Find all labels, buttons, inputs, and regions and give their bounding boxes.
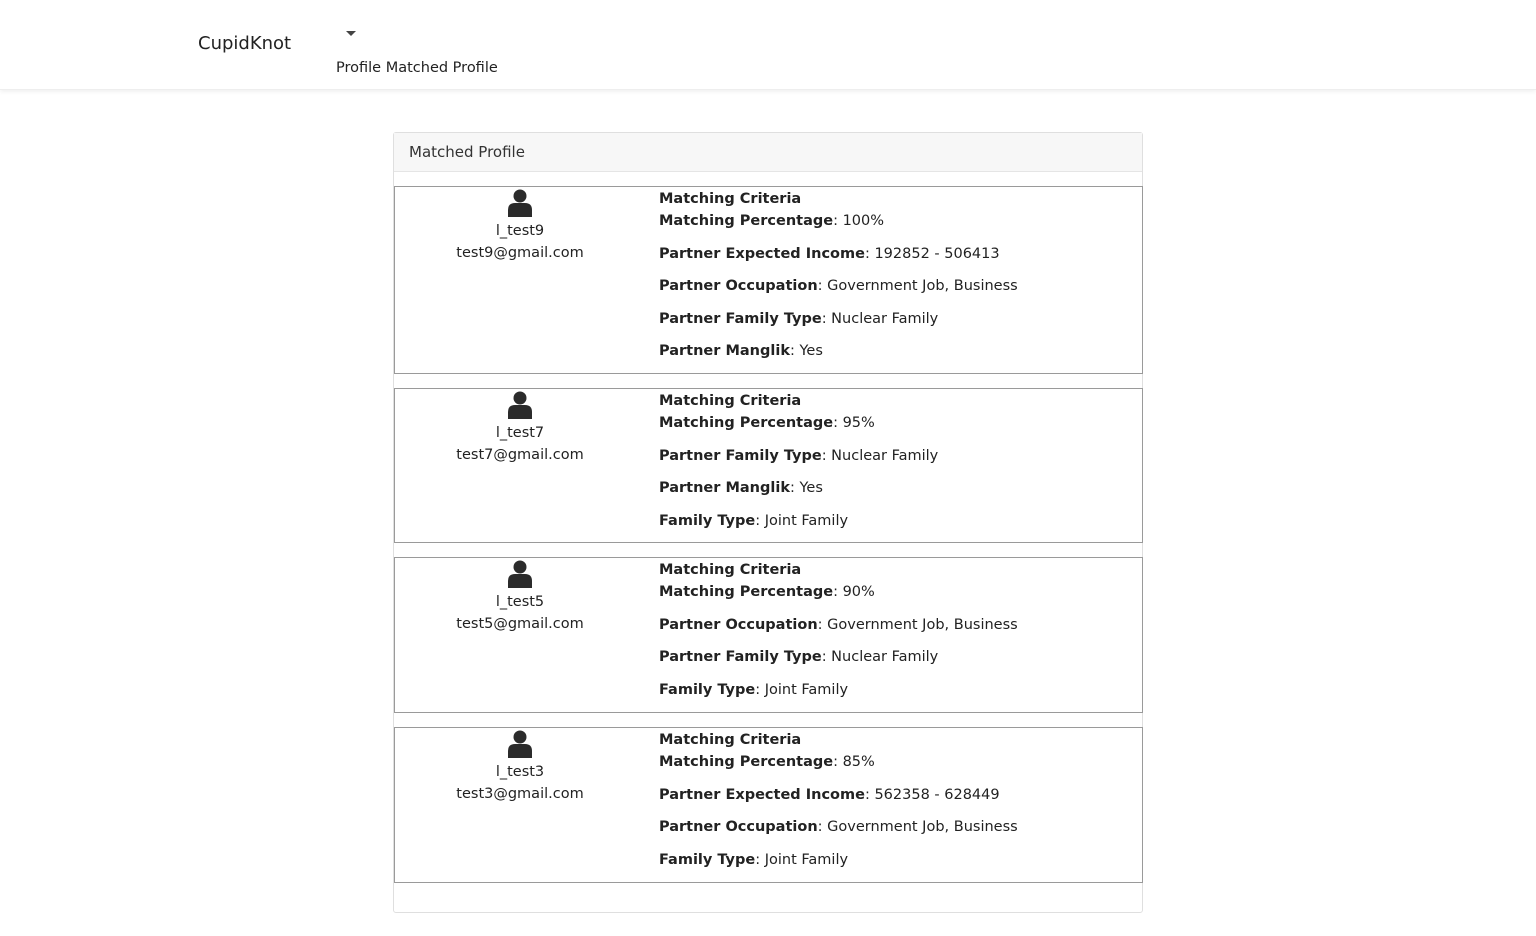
matching-criteria-title: Matching Criteria bbox=[659, 191, 802, 207]
criteria-row: Family Type: Joint Family bbox=[659, 679, 1142, 701]
profile-username: l_test9 bbox=[495, 223, 545, 239]
matched-profile-card: Matched Profile l_test9 test9@gmail.com … bbox=[393, 132, 1143, 913]
criteria-label: Partner Family Type bbox=[659, 310, 822, 327]
criteria-value: : Joint Family bbox=[755, 512, 849, 529]
criteria-value: : Nuclear Family bbox=[821, 310, 939, 327]
criteria-value: : 95% bbox=[833, 415, 875, 431]
chevron-down-icon[interactable] bbox=[346, 31, 356, 36]
user-icon bbox=[508, 560, 532, 588]
criteria-label: Partner Family Type bbox=[659, 447, 822, 464]
matching-criteria: Matching Criteria Matching Percentage: 9… bbox=[659, 389, 1142, 542]
matching-criteria-title: Matching Criteria bbox=[659, 393, 802, 409]
brand-link[interactable]: CupidKnot bbox=[198, 33, 291, 54]
criteria-row: Partner Family Type: Nuclear Family bbox=[659, 445, 1142, 467]
criteria-value: : Nuclear Family bbox=[821, 649, 939, 665]
criteria-row: Matching Percentage: 85% bbox=[659, 751, 1142, 773]
nav-link-profile[interactable]: Profile bbox=[336, 60, 381, 76]
criteria-row: Matching Percentage: 90% bbox=[659, 581, 1142, 603]
profile-username: l_test5 bbox=[495, 594, 545, 610]
profile-email: test9@gmail.com bbox=[456, 245, 584, 261]
user-icon bbox=[508, 730, 532, 758]
criteria-value: : Yes bbox=[789, 343, 823, 359]
criteria-label: Partner Family Type bbox=[659, 649, 822, 665]
criteria-value: : 100% bbox=[833, 213, 885, 229]
profile-card: l_test9 test9@gmail.com Matching Criteri… bbox=[394, 186, 1143, 374]
profile-identity: l_test3 test3@gmail.com bbox=[395, 728, 645, 805]
criteria-value: : 562358 - 628449 bbox=[864, 786, 1000, 803]
matching-criteria: Matching Criteria Matching Percentage: 8… bbox=[659, 728, 1142, 881]
criteria-row: Partner Manglik: Yes bbox=[659, 477, 1142, 499]
criteria-label: Matching Percentage bbox=[659, 415, 834, 431]
matching-criteria-title: Matching Criteria bbox=[659, 562, 802, 578]
criteria-label: Partner Manglik bbox=[659, 480, 790, 496]
matching-criteria: Matching Criteria Matching Percentage: 9… bbox=[659, 558, 1142, 711]
criteria-row: Partner Manglik: Yes bbox=[659, 340, 1142, 362]
nav-link-matched-profile[interactable]: Matched Profile bbox=[386, 60, 498, 76]
criteria-label: Partner Occupation bbox=[659, 616, 818, 633]
criteria-label: Partner Manglik bbox=[659, 343, 790, 359]
criteria-label: Partner Occupation bbox=[659, 278, 818, 294]
profile-email: test5@gmail.com bbox=[456, 616, 584, 632]
card-header: Matched Profile bbox=[394, 133, 1142, 172]
profile-username: l_test7 bbox=[495, 425, 545, 441]
criteria-row: Family Type: Joint Family bbox=[659, 510, 1142, 532]
profile-identity: l_test7 test7@gmail.com bbox=[395, 389, 645, 466]
nav-links: Profile Matched Profile bbox=[336, 60, 498, 76]
user-icon bbox=[508, 189, 532, 217]
criteria-value: : Government Job, Business bbox=[817, 819, 1018, 835]
profile-email: test3@gmail.com bbox=[456, 786, 584, 802]
matching-criteria: Matching Criteria Matching Percentage: 1… bbox=[659, 187, 1142, 373]
criteria-row: Family Type: Joint Family bbox=[659, 849, 1142, 871]
criteria-label: Matching Percentage bbox=[659, 213, 834, 229]
criteria-label: Partner Expected Income bbox=[659, 786, 865, 803]
criteria-value: : Joint Family bbox=[755, 851, 849, 868]
matching-criteria-title: Matching Criteria bbox=[659, 732, 802, 748]
criteria-label: Family Type bbox=[659, 851, 756, 868]
criteria-label: Family Type bbox=[659, 512, 756, 529]
criteria-row: Matching Percentage: 100% bbox=[659, 210, 1142, 232]
criteria-row: Partner Expected Income: 192852 - 506413 bbox=[659, 243, 1142, 265]
criteria-label: Partner Occupation bbox=[659, 819, 818, 835]
criteria-row: Partner Family Type: Nuclear Family bbox=[659, 308, 1142, 330]
criteria-value: : Nuclear Family bbox=[821, 447, 939, 464]
criteria-value: : Government Job, Business bbox=[817, 616, 1018, 633]
criteria-value: : Yes bbox=[789, 480, 823, 496]
criteria-row: Partner Expected Income: 562358 - 628449 bbox=[659, 784, 1142, 806]
profile-card: l_test7 test7@gmail.com Matching Criteri… bbox=[394, 388, 1143, 543]
profile-identity: l_test5 test5@gmail.com bbox=[395, 558, 645, 635]
profile-username: l_test3 bbox=[495, 764, 545, 780]
criteria-value: : Government Job, Business bbox=[817, 278, 1018, 294]
criteria-label: Family Type bbox=[659, 681, 756, 698]
profile-card: l_test3 test3@gmail.com Matching Criteri… bbox=[394, 727, 1143, 883]
criteria-label: Matching Percentage bbox=[659, 754, 834, 770]
profile-card: l_test5 test5@gmail.com Matching Criteri… bbox=[394, 557, 1143, 713]
navbar: CupidKnot Profile Matched Profile bbox=[0, 0, 1536, 90]
criteria-value: : Joint Family bbox=[755, 681, 849, 698]
criteria-row: Matching Percentage: 95% bbox=[659, 412, 1142, 434]
criteria-row: Partner Occupation: Government Job, Busi… bbox=[659, 275, 1142, 297]
criteria-label: Matching Percentage bbox=[659, 584, 834, 600]
criteria-row: Partner Occupation: Government Job, Busi… bbox=[659, 816, 1142, 838]
criteria-value: : 90% bbox=[833, 584, 875, 600]
user-icon bbox=[508, 391, 532, 419]
profile-identity: l_test9 test9@gmail.com bbox=[395, 187, 645, 264]
criteria-value: : 85% bbox=[833, 754, 875, 770]
criteria-label: Partner Expected Income bbox=[659, 245, 865, 262]
criteria-row: Partner Family Type: Nuclear Family bbox=[659, 646, 1142, 668]
criteria-value: : 192852 - 506413 bbox=[864, 245, 1000, 262]
profile-email: test7@gmail.com bbox=[456, 447, 584, 463]
criteria-row: Partner Occupation: Government Job, Busi… bbox=[659, 614, 1142, 636]
